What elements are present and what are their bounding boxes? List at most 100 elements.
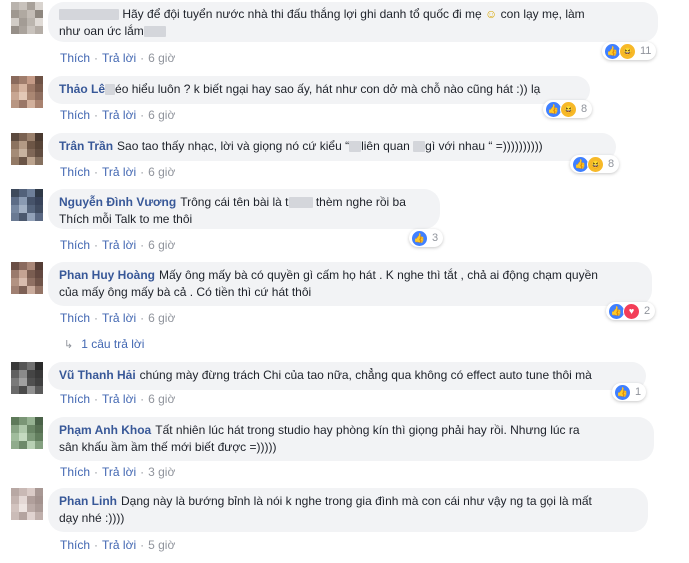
commenter-name[interactable]: Phan Huy Hoàng [59,268,155,282]
timestamp[interactable]: 6 giờ [148,165,175,179]
avatar-pixel [19,417,27,425]
avatar-pixel [27,504,35,512]
avatar-pixel [27,189,35,197]
avatar-pixel [19,10,27,18]
commenter-name[interactable]: Phạm Anh Khoa [59,423,151,437]
reply-link[interactable]: Trả lời [102,165,136,179]
haha-icon: 😆 [560,100,577,118]
avatar-pixel [27,370,35,378]
commenter-name[interactable]: Phan Linh [59,494,117,508]
comment-text: Thích mỗi Talk to me thôi [59,212,193,226]
avatar-pixel [35,425,43,433]
timestamp[interactable]: 6 giờ [148,108,175,122]
like-link[interactable]: Thích [60,311,90,325]
reaction-summary[interactable]: 👍 3 [409,229,444,247]
timestamp[interactable]: 6 giờ [148,51,175,65]
like-link[interactable]: Thích [60,51,90,65]
avatar-pixel [27,496,35,504]
reply-link[interactable]: Trả lời [102,311,136,325]
reaction-summary[interactable]: 👍 1 [612,383,647,401]
reply-link[interactable]: Trả lời [102,238,136,252]
avatar-pixel [35,362,43,370]
comment-bubble: Nguyễn Đình Vương Trông cái tên bài là t … [48,189,440,229]
avatar-pixel [11,378,19,386]
avatar-pixel [11,417,19,425]
avatar-pixel [35,100,43,108]
view-replies-link[interactable]: ↳ 1 câu trả lời [64,337,144,351]
comment-text: Tất nhiên lúc hát trong studio hay phòng… [155,423,580,437]
avatar[interactable] [11,2,43,34]
like-icon: 👍 [411,229,428,247]
comment-text: éo hiểu luôn ? k biết ngại hay sao ấy, h… [115,82,541,96]
avatar-pixel [11,197,19,205]
reaction-count: 8 [608,158,615,170]
avatar-pixel [11,278,19,286]
like-link[interactable]: Thích [60,165,90,179]
avatar-pixel [27,262,35,270]
commenter-name[interactable]: Vũ Thanh Hải [59,368,136,382]
avatar-pixel [19,433,27,441]
avatar[interactable] [11,417,43,449]
reaction-summary[interactable]: 👍 😆 8 [543,100,593,118]
comment-bubble: Phạm Anh Khoa Tất nhiên lúc hát trong stu… [48,417,654,461]
avatar[interactable] [11,76,43,108]
avatar-pixel [19,512,27,520]
timestamp[interactable]: 6 giờ [148,311,175,325]
comment-text: liên quan [361,139,410,153]
reaction-summary[interactable]: 👍 ♥ 2 [606,302,656,320]
comment-text: thèm nghe rồi ba [315,195,406,209]
commenter-name[interactable]: Thảo Lê [59,82,105,96]
avatar[interactable] [11,262,43,294]
avatar-pixel [11,141,19,149]
reply-link[interactable]: Trả lời [102,465,136,479]
like-link[interactable]: Thích [60,465,90,479]
comment-text: của mấy ông mấy bà cả . Có tiền thì cứ h… [59,285,312,299]
avatar-pixel [35,286,43,294]
avatar[interactable] [11,362,43,394]
avatar[interactable] [11,189,43,221]
haha-icon: 😆 [587,155,604,173]
comment-actions: Thích · Trả lời · 6 giờ [60,165,176,179]
avatar-pixel [35,370,43,378]
reaction-count: 2 [644,305,651,317]
timestamp[interactable]: 6 giờ [148,392,175,406]
avatar-pixel [35,213,43,221]
like-link[interactable]: Thích [60,538,90,552]
avatar-pixel [19,149,27,157]
avatar-pixel [11,2,19,10]
replies-count: 1 câu trả lời [81,337,145,351]
commenter-name[interactable]: Nguyễn Đình Vương [59,195,176,209]
avatar-pixel [19,197,27,205]
reaction-summary[interactable]: 👍 😆 11 [602,42,657,60]
reply-link[interactable]: Trả lời [102,392,136,406]
avatar-pixel [27,10,35,18]
avatar-pixel [35,10,43,18]
like-link[interactable]: Thích [60,392,90,406]
reply-link[interactable]: Trả lời [102,108,136,122]
like-link[interactable]: Thích [60,238,90,252]
comment-actions: Thích · Trả lời · 6 giờ [60,108,176,122]
avatar-pixel [19,488,27,496]
timestamp[interactable]: 3 giờ [148,465,175,479]
timestamp[interactable]: 5 giờ [148,538,175,552]
reply-link[interactable]: Trả lời [102,51,136,65]
avatar-pixel [27,92,35,100]
avatar[interactable] [11,133,43,165]
reply-link[interactable]: Trả lời [102,538,136,552]
avatar-pixel [35,205,43,213]
avatar-pixel [19,26,27,34]
commenter-name[interactable]: Trân Trần [59,139,113,153]
comment-text: sân khấu ầm ầm thế mới biết được =))))) [59,440,277,454]
reaction-count: 1 [635,386,642,398]
avatar[interactable] [11,488,43,520]
smile-emoji-icon: ☺ [485,7,498,21]
love-icon: ♥ [623,302,640,320]
avatar-pixel [35,18,43,26]
reaction-summary[interactable]: 👍 😆 8 [570,155,620,173]
avatar-pixel [27,362,35,370]
avatar-pixel [35,262,43,270]
timestamp[interactable]: 6 giờ [148,238,175,252]
avatar-pixel [11,149,19,157]
like-link[interactable]: Thích [60,108,90,122]
avatar-pixel [19,133,27,141]
